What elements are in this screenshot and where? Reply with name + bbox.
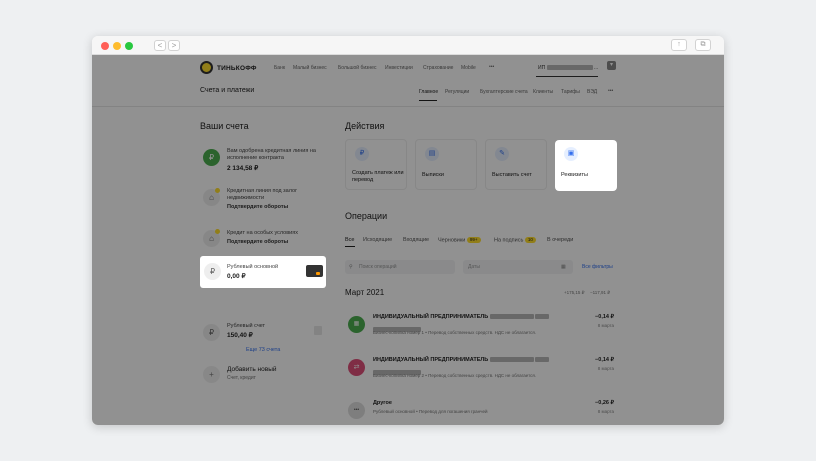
ruble-icon: ₽ [204,263,221,280]
account-item-main-ruble[interactable]: ₽ Рублевый основной 0,00 ₽ [200,256,326,288]
card-logo-icon [316,272,320,275]
zoom-window-button[interactable] [125,42,133,50]
share-icon[interactable]: ↑ [671,39,687,51]
close-window-button[interactable] [101,42,109,50]
forward-button[interactable]: > [168,40,180,51]
bank-card-icon [306,265,323,277]
title-bar: < > ↑ ⧉ [92,36,724,55]
briefcase-icon: ▣ [564,147,578,161]
account-value: 0,00 ₽ [227,273,246,280]
dim-overlay [92,55,724,425]
browser-window: < > ↑ ⧉ ТИНЬКОФФ Банк Малый бизнес Больш… [92,36,724,425]
minimize-window-button[interactable] [113,42,121,50]
action-label: Реквизиты [561,172,588,178]
page-content: ТИНЬКОФФ Банк Малый бизнес Большой бизне… [92,55,724,425]
back-button[interactable]: < [154,40,166,51]
account-title: Рублевый основной [227,264,279,270]
tabs-icon[interactable]: ⧉ [695,39,711,51]
action-requisites[interactable]: ▣ Реквизиты [555,140,617,191]
